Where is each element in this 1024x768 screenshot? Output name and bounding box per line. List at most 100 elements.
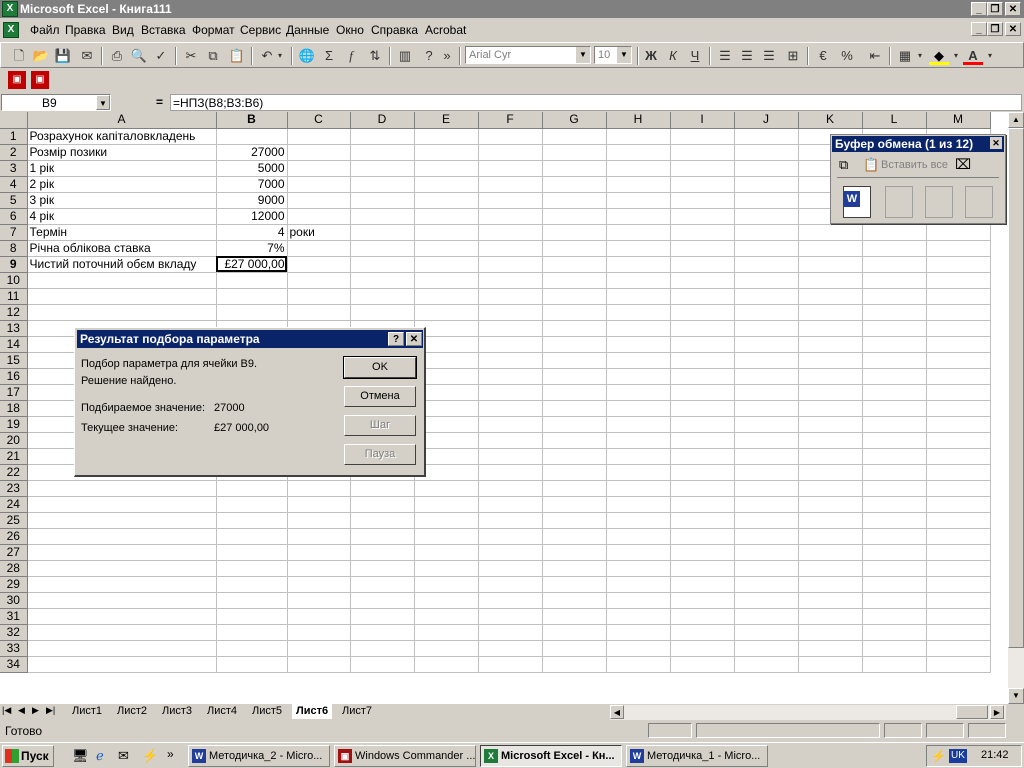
sort-ascending-icon[interactable]: ⇅ xyxy=(365,46,385,66)
row-header[interactable]: 29 xyxy=(0,576,28,593)
cell[interactable] xyxy=(478,496,543,513)
cell[interactable] xyxy=(798,496,863,513)
row-header[interactable]: 8 xyxy=(0,240,28,257)
save-icon[interactable]: 💾 xyxy=(53,46,73,66)
cell[interactable] xyxy=(862,288,927,305)
menu-window[interactable]: Окно xyxy=(336,23,364,37)
cell[interactable] xyxy=(862,240,927,257)
cell-c3[interactable] xyxy=(287,160,351,177)
column-header-h[interactable]: H xyxy=(606,112,671,129)
cell-a7[interactable]: Термін xyxy=(27,224,217,241)
cell[interactable] xyxy=(542,336,607,353)
cell[interactable] xyxy=(862,336,927,353)
start-button[interactable]: Пуск xyxy=(2,745,54,767)
cell[interactable] xyxy=(734,320,799,337)
close-button[interactable]: ✕ xyxy=(1005,2,1021,16)
chevron-down-icon[interactable]: ▼ xyxy=(617,47,631,63)
cell-c6[interactable] xyxy=(287,208,351,225)
row-header[interactable]: 15 xyxy=(0,352,28,369)
cell[interactable] xyxy=(606,608,671,625)
cell[interactable] xyxy=(670,544,735,561)
cell[interactable] xyxy=(926,528,991,545)
help-icon[interactable]: ? xyxy=(419,46,439,66)
cell[interactable] xyxy=(734,432,799,449)
internet-explorer-icon[interactable]: ℯ xyxy=(96,748,104,764)
cell-b24[interactable] xyxy=(216,496,288,513)
spelling-icon[interactable]: ✓ xyxy=(151,46,171,66)
cell[interactable] xyxy=(734,368,799,385)
cell[interactable] xyxy=(670,512,735,529)
borders-icon[interactable]: ▦ xyxy=(895,46,915,66)
cell-c9[interactable] xyxy=(287,256,351,273)
cell[interactable] xyxy=(926,608,991,625)
cell[interactable] xyxy=(798,256,863,273)
cell[interactable] xyxy=(926,368,991,385)
currency-icon[interactable]: € xyxy=(813,46,833,66)
cell-a34[interactable] xyxy=(27,656,217,673)
function-icon[interactable]: f xyxy=(341,46,361,66)
chevron-down-icon[interactable]: ▼ xyxy=(576,47,590,63)
cell[interactable] xyxy=(862,464,927,481)
cell[interactable] xyxy=(734,416,799,433)
cell[interactable] xyxy=(670,256,735,273)
column-header-i[interactable]: I xyxy=(670,112,735,129)
more-buttons-icon[interactable]: » xyxy=(441,46,453,66)
cell[interactable] xyxy=(478,176,543,193)
cell[interactable] xyxy=(926,656,991,673)
dialog-title-bar[interactable]: Результат подбора параметра ? ✕ xyxy=(77,330,423,348)
select-all-corner[interactable] xyxy=(0,112,28,129)
cell[interactable] xyxy=(734,656,799,673)
sheet-tab-6-active[interactable]: Лист6 xyxy=(292,704,333,719)
cell[interactable] xyxy=(734,176,799,193)
cell[interactable] xyxy=(478,624,543,641)
cell[interactable] xyxy=(734,272,799,289)
cell[interactable] xyxy=(606,304,671,321)
cell[interactable] xyxy=(606,176,671,193)
cell[interactable] xyxy=(414,128,479,145)
cell[interactable] xyxy=(478,208,543,225)
borders-dropdown-icon[interactable]: ▾ xyxy=(915,46,925,66)
cell-b28[interactable] xyxy=(216,560,288,577)
cell[interactable] xyxy=(478,576,543,593)
cell[interactable] xyxy=(350,144,415,161)
cell[interactable] xyxy=(606,208,671,225)
menu-file[interactable]: Файл xyxy=(30,23,60,37)
task-button-methodichka1[interactable]: W Методичка_1 - Micro... xyxy=(626,745,768,767)
cell[interactable] xyxy=(798,624,863,641)
cell[interactable] xyxy=(670,496,735,513)
cell[interactable] xyxy=(734,256,799,273)
cell[interactable] xyxy=(734,464,799,481)
cell-a12[interactable] xyxy=(27,304,217,321)
row-header[interactable]: 14 xyxy=(0,336,28,353)
cell-b9[interactable]: £27 000,00 xyxy=(216,256,288,273)
cell-b2[interactable]: 27000 xyxy=(216,144,288,161)
cell-b11[interactable] xyxy=(216,288,288,305)
cell[interactable] xyxy=(734,192,799,209)
cell-b33[interactable] xyxy=(216,640,288,657)
align-right-icon[interactable]: ☰ xyxy=(759,46,779,66)
cell[interactable] xyxy=(350,592,415,609)
cell-a10[interactable] xyxy=(27,272,217,289)
column-header-c[interactable]: C xyxy=(287,112,351,129)
cell-a1[interactable]: Розрахунок капіталовкладень xyxy=(27,128,217,145)
cell[interactable] xyxy=(862,224,927,241)
cell[interactable] xyxy=(542,528,607,545)
task-button-windows-commander[interactable]: ▣ Windows Commander ... xyxy=(334,745,476,767)
row-header[interactable]: 20 xyxy=(0,432,28,449)
doc-minimize-button[interactable]: _ xyxy=(971,22,987,36)
cell[interactable] xyxy=(734,560,799,577)
cell[interactable] xyxy=(670,576,735,593)
cell[interactable] xyxy=(734,160,799,177)
italic-icon[interactable]: К xyxy=(663,46,683,66)
cell-b6[interactable]: 12000 xyxy=(216,208,288,225)
chart-icon[interactable]: ▥ xyxy=(395,46,415,66)
cell[interactable] xyxy=(670,224,735,241)
cell[interactable] xyxy=(478,368,543,385)
cell-b34[interactable] xyxy=(216,656,288,673)
email-icon[interactable]: ✉ xyxy=(77,46,97,66)
row-header[interactable]: 28 xyxy=(0,560,28,577)
cell[interactable] xyxy=(478,272,543,289)
cell-a6[interactable]: 4 рік xyxy=(27,208,217,225)
cell[interactable] xyxy=(734,512,799,529)
cell[interactable] xyxy=(670,448,735,465)
